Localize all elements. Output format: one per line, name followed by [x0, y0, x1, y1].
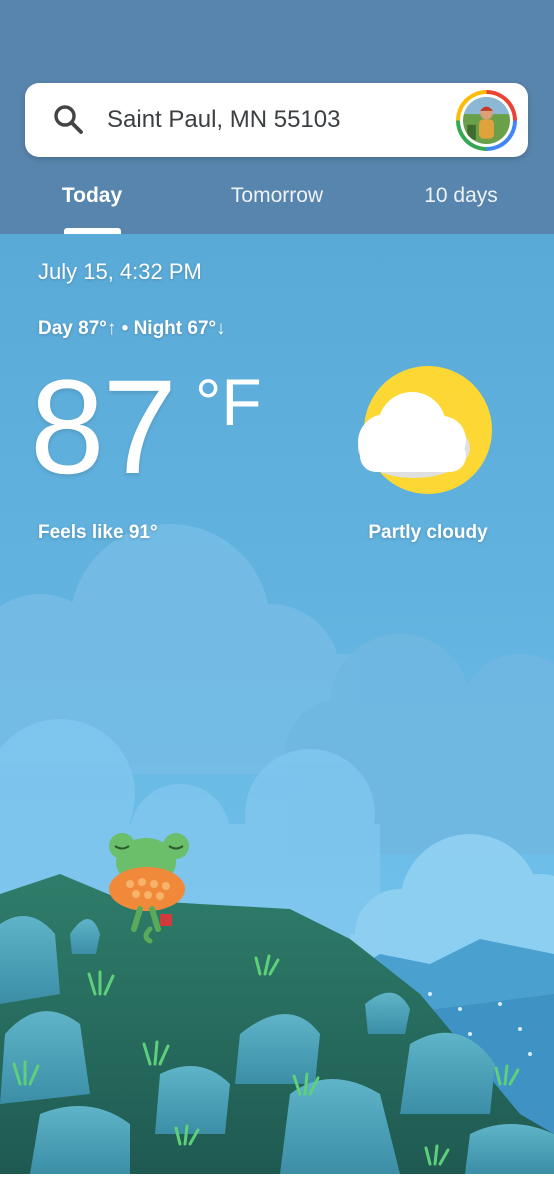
tab-tomorrow[interactable]: Tomorrow [207, 180, 347, 212]
day-night-temps: Day 87°↑ • Night 67°↓ [38, 318, 226, 339]
condition-text: Partly cloudy [368, 522, 488, 543]
tab-10-days[interactable]: 10 days [409, 180, 513, 212]
avatar-photo [463, 97, 510, 144]
temperature-unit: °F [195, 365, 262, 439]
tab-today[interactable]: Today [42, 180, 142, 212]
current-temperature: 87 [30, 353, 177, 502]
search-icon[interactable] [52, 103, 86, 137]
date-time: July 15, 4:32 PM [38, 259, 202, 284]
account-avatar[interactable] [456, 90, 517, 151]
partly-cloudy-icon [358, 366, 492, 494]
feels-like: Feels like 91° [38, 522, 158, 543]
bottom-edge [0, 1174, 554, 1200]
location-text[interactable]: Saint Paul, MN 55103 [107, 104, 340, 136]
